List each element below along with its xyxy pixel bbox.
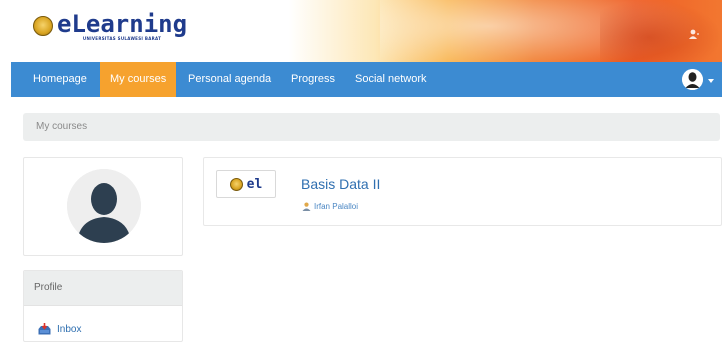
university-seal-icon — [229, 177, 243, 191]
nav-progress[interactable]: Progress — [281, 62, 345, 97]
breadcrumb-current: My courses — [36, 121, 88, 132]
logo-text: eLearning — [57, 10, 188, 38]
breadcrumb: My courses — [23, 113, 720, 141]
main-navbar: Homepage My courses Personal agenda Prog… — [11, 62, 722, 97]
user-menu-avatar[interactable] — [682, 69, 703, 90]
profile-panel-title: Profile — [24, 271, 182, 306]
teacher-icon — [302, 202, 311, 211]
nav-homepage[interactable]: Homepage — [23, 62, 97, 97]
profile-picture-card — [23, 157, 183, 256]
logo-subtitle: UNIVERSITAS SULAWESI BARAT — [82, 36, 162, 41]
user-icon[interactable] — [688, 29, 700, 39]
header-banner: eLearning UNIVERSITAS SULAWESI BARAT — [0, 0, 722, 62]
course-teacher: Irfan Palalloi — [302, 202, 358, 211]
teacher-name[interactable]: Irfan Palalloi — [314, 202, 358, 211]
course-card: el Basis Data II Irfan Palalloi — [203, 157, 722, 226]
inbox-icon — [38, 323, 51, 335]
nav-my-courses[interactable]: My courses — [100, 62, 177, 97]
banner-decoration-dark — [600, 0, 722, 62]
nav-social-network[interactable]: Social network — [345, 62, 437, 97]
user-silhouette-icon — [67, 169, 141, 243]
course-thumbnail[interactable]: el — [216, 170, 276, 198]
avatar-icon — [682, 69, 703, 90]
nav-personal-agenda[interactable]: Personal agenda — [178, 62, 281, 97]
profile-panel: Profile Inbox — [23, 270, 183, 342]
sidebar-item-label: Inbox — [57, 323, 82, 335]
course-thumb-text: el — [246, 176, 263, 192]
course-title-link[interactable]: Basis Data II — [301, 176, 380, 192]
sidebar-item-inbox[interactable]: Inbox — [38, 322, 81, 336]
chevron-down-icon[interactable] — [708, 79, 714, 83]
profile-avatar[interactable] — [67, 169, 141, 243]
site-logo[interactable]: eLearning UNIVERSITAS SULAWESI BARAT — [33, 12, 187, 48]
university-seal-icon — [33, 16, 53, 36]
